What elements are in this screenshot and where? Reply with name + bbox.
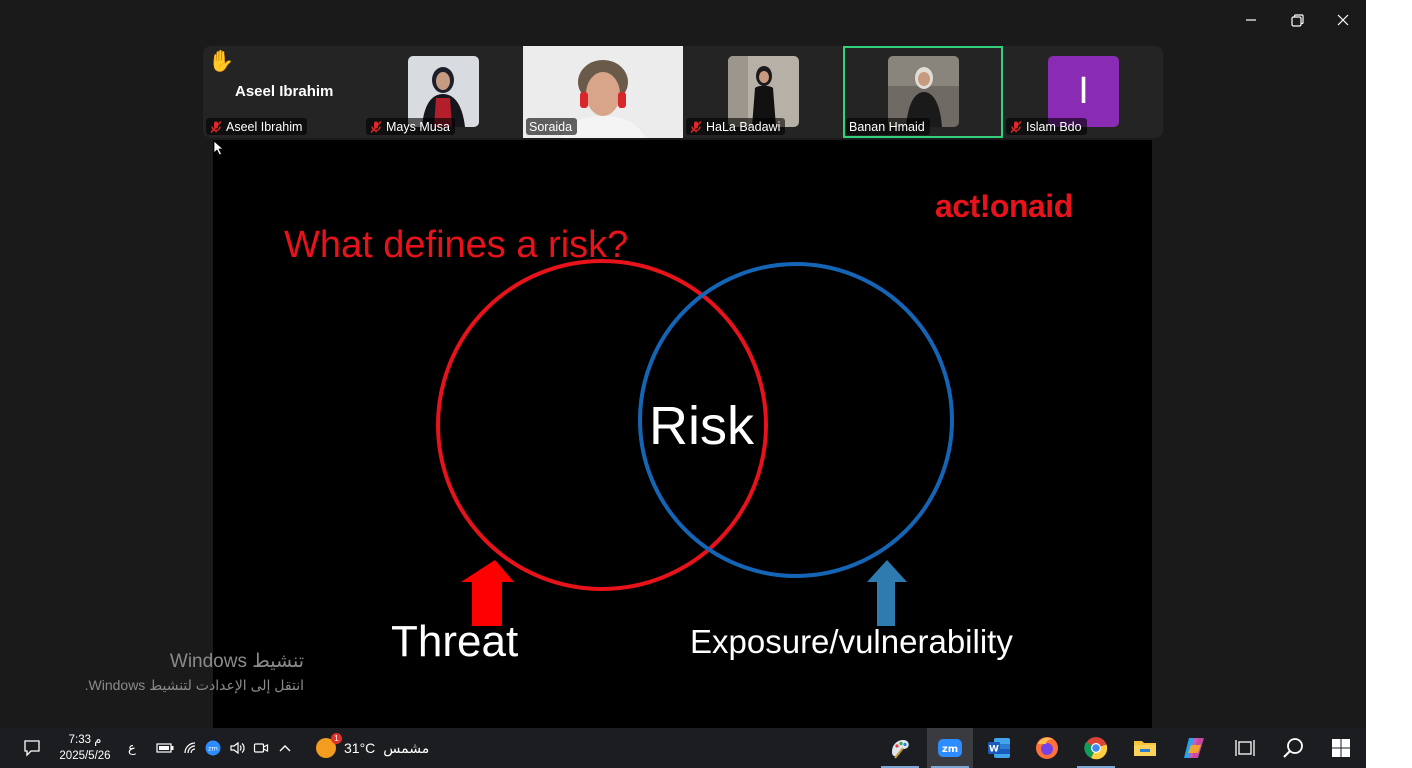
svg-text:W: W	[989, 745, 999, 755]
windows-taskbar: 7:33 م 2025/5/26 ع zm 1 31°C مشمس zm W	[0, 728, 1366, 768]
participant-name: Mays Musa	[386, 119, 450, 134]
restore-icon	[1290, 13, 1304, 27]
participant-name: HaLa Badawi	[706, 119, 781, 134]
paint-icon	[892, 740, 909, 759]
input-language[interactable]: ع	[128, 740, 136, 756]
windows-activation-watermark: تنشيط Windows انتقل إلى الإعدادت لتنشيط …	[20, 650, 304, 696]
participant-name-tag: Banan Hmaid	[846, 118, 930, 135]
participant-avatar	[408, 56, 479, 127]
volume-icon[interactable]	[226, 728, 248, 768]
svg-text:zm: zm	[208, 745, 218, 753]
task-view-button[interactable]	[1222, 728, 1268, 768]
start-button[interactable]	[1318, 728, 1364, 768]
weather-widget[interactable]: 1 31°C مشمس	[316, 728, 429, 768]
show-hidden-icons-chevron[interactable]	[274, 728, 296, 768]
participant-tile-aseel[interactable]: ✋ Aseel Ibrahim Aseel Ibrahim	[203, 46, 363, 138]
muted-mic-icon	[690, 120, 702, 133]
weather-condition: مشمس	[383, 739, 430, 756]
sun-icon: 1	[316, 733, 342, 758]
weather-badge: 1	[331, 733, 342, 744]
close-icon	[1337, 14, 1349, 26]
participant-tile-hala[interactable]: HaLa Badawi	[683, 46, 843, 138]
close-button[interactable]	[1320, 0, 1366, 40]
actionaid-logo: act!onaid	[935, 188, 1073, 224]
windows-logo-icon	[1332, 739, 1350, 757]
muted-mic-icon	[210, 120, 222, 133]
clock[interactable]: 7:33 م 2025/5/26	[52, 732, 118, 764]
participant-tile-soraida[interactable]: Soraida	[523, 46, 683, 138]
minimize-button[interactable]	[1228, 0, 1274, 40]
participant-initial-avatar: I	[1048, 56, 1119, 127]
task-view-icon	[1235, 740, 1255, 756]
search-button[interactable]	[1270, 728, 1316, 768]
taskbar-app-firefox[interactable]	[1024, 728, 1070, 768]
taskbar-app-paint[interactable]	[877, 728, 923, 768]
clock-date: 2025/5/26	[59, 750, 111, 762]
folder-icon	[1134, 741, 1156, 756]
exposure-label: Exposure/vulnerability	[690, 623, 1013, 660]
threat-label: Threat	[391, 617, 519, 666]
taskbar-app-zoom[interactable]: zm	[927, 728, 973, 768]
participant-name-tag: HaLa Badawi	[686, 118, 786, 135]
taskbar-app-word[interactable]: W	[976, 728, 1022, 768]
participant-name-tag: Aseel Ibrahim	[206, 118, 308, 135]
vulnerability-arrow	[867, 560, 907, 626]
firefox-icon	[1036, 737, 1058, 759]
participant-tile-mays[interactable]: Mays Musa	[363, 46, 523, 138]
slide-title: What defines a risk?	[284, 224, 629, 266]
participant-tile-islam[interactable]: I Islam Bdo	[1003, 46, 1163, 138]
copilot-icon	[1184, 738, 1204, 758]
participant-name: Banan Hmaid	[849, 119, 925, 134]
weather-temperature: 31°C	[344, 740, 376, 756]
activation-title: تنشيط Windows	[169, 651, 304, 672]
search-icon	[1283, 738, 1303, 758]
participant-avatar	[888, 56, 959, 127]
word-icon: W	[988, 738, 1010, 758]
participant-name: Soraida	[529, 119, 573, 134]
taskbar-app-chrome[interactable]	[1073, 728, 1119, 768]
clock-time: 7:33 م	[68, 734, 102, 746]
participant-name: Aseel Ibrahim	[226, 119, 303, 134]
meet-now-icon[interactable]	[250, 728, 272, 768]
battery-icon[interactable]	[154, 728, 176, 768]
zoom-tray-icon[interactable]: zm	[202, 728, 224, 768]
taskbar-app-file-explorer[interactable]	[1122, 728, 1168, 768]
participant-name: Islam Bdo	[1026, 119, 1082, 134]
zoom-icon: zm	[938, 739, 962, 757]
chrome-icon	[1084, 737, 1108, 760]
participant-avatar	[728, 56, 799, 127]
participant-tile-banan[interactable]: Banan Hmaid	[843, 46, 1003, 138]
svg-text:zm: zm	[942, 744, 958, 755]
raised-hand-icon: ✋	[208, 50, 235, 73]
participant-name-tag: Soraida	[526, 118, 578, 135]
notification-icon	[24, 740, 40, 757]
risk-label: Risk	[649, 396, 754, 456]
participant-name-tag: Mays Musa	[366, 118, 455, 135]
network-icon[interactable]	[180, 728, 202, 768]
shared-screen-slide: What defines a risk? act!onaid Risk Thre…	[213, 140, 1152, 728]
zoom-meeting-window: ✋ Aseel Ibrahim Aseel Ibrahim Mays Musa	[0, 0, 1366, 728]
participant-name-tag: Islam Bdo	[1006, 118, 1087, 135]
participant-display-name: Aseel Ibrahim	[235, 83, 334, 100]
muted-mic-icon	[1010, 120, 1022, 133]
restore-button[interactable]	[1274, 0, 1320, 40]
minimize-icon	[1246, 19, 1256, 21]
mouse-cursor-icon	[213, 140, 225, 156]
action-center-button[interactable]	[12, 728, 52, 768]
taskbar-app-copilot[interactable]	[1171, 728, 1217, 768]
activation-subtitle: انتقل إلى الإعدادت لتنشيط Windows.	[84, 677, 304, 693]
participant-gallery: ✋ Aseel Ibrahim Aseel Ibrahim Mays Musa	[203, 46, 1163, 138]
muted-mic-icon	[370, 120, 382, 133]
